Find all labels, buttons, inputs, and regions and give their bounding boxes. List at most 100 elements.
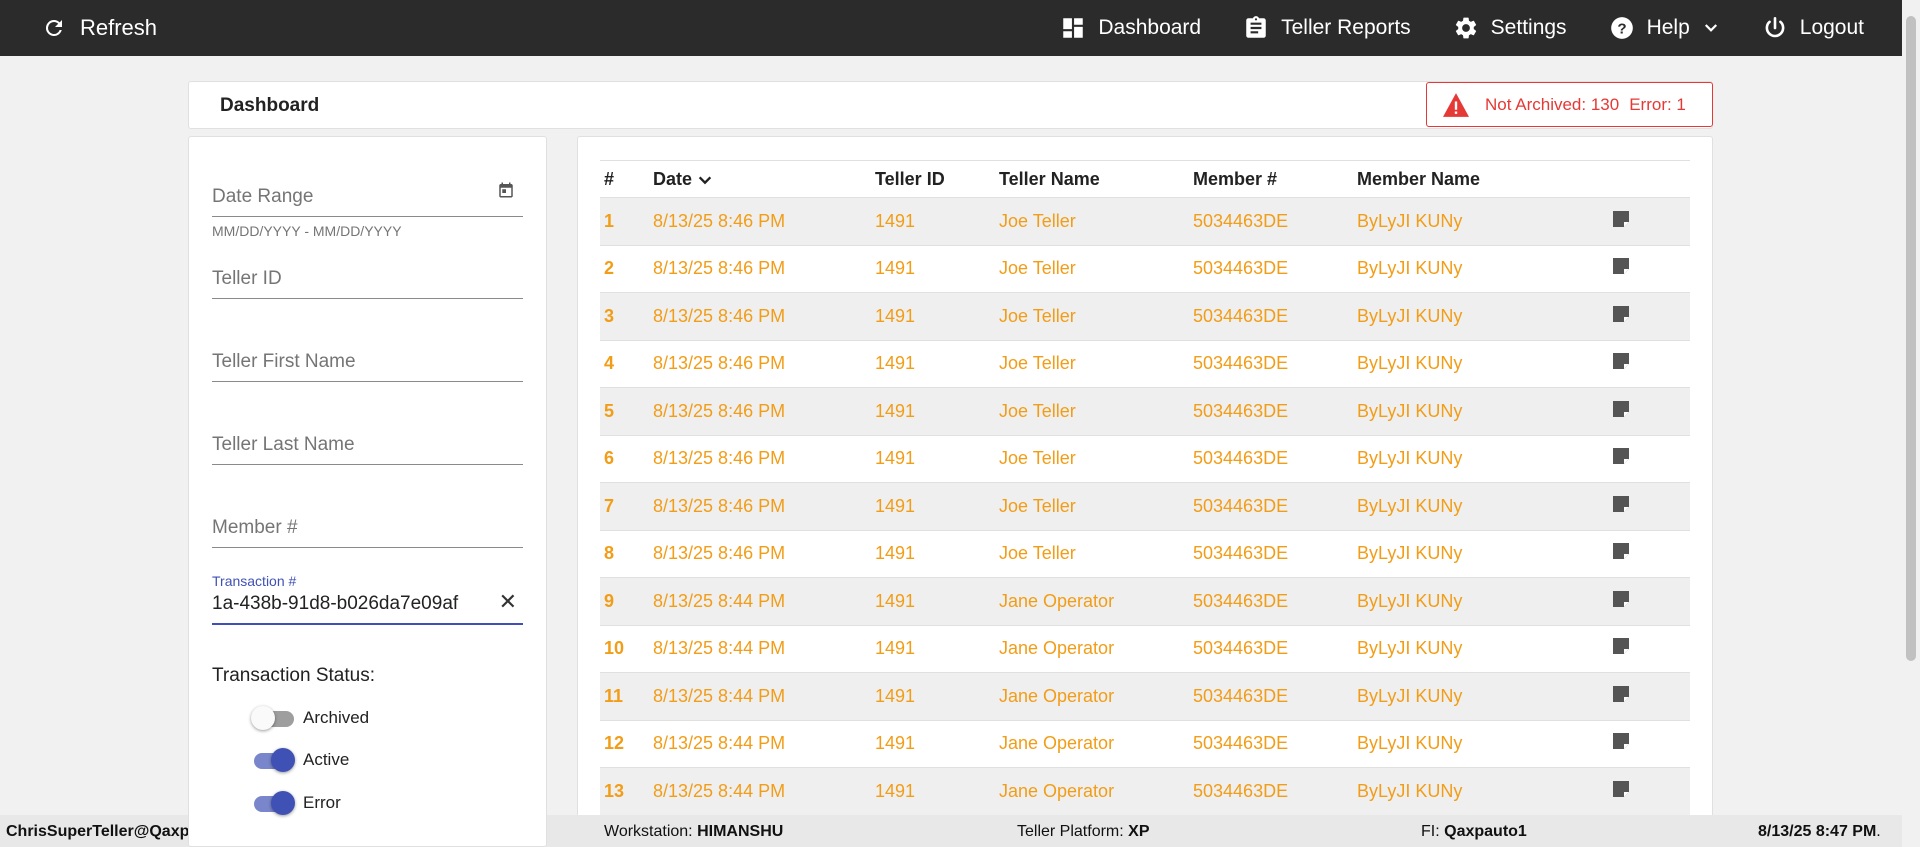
date-range-field[interactable]: Date Range (212, 177, 523, 217)
note-icon[interactable] (1611, 541, 1631, 566)
note-icon[interactable] (1611, 256, 1631, 281)
row-teller-id: 1491 (871, 435, 995, 483)
row-actions (1607, 767, 1690, 816)
refresh-label: Refresh (80, 15, 158, 40)
table-row[interactable]: 9 8/13/25 8:44 PM 1491 Jane Operator 5034463… (600, 577, 1690, 626)
refresh-button[interactable]: Refresh (42, 0, 157, 56)
footer-workstation-value: HIMANSHU (697, 823, 784, 840)
archive-status-alert[interactable]: Not Archived: 130 Error: 1 (1426, 82, 1713, 127)
clear-icon[interactable]: ✕ (499, 589, 517, 615)
row-member-name: ByLyJI KUNy (1353, 387, 1607, 436)
row-number: 9 (600, 577, 649, 626)
row-teller-id: 1491 (871, 625, 995, 673)
note-icon[interactable] (1611, 399, 1631, 424)
row-member-number: 5034463DE (1189, 720, 1353, 768)
archived-toggle[interactable] (251, 706, 294, 730)
row-member-name: ByLyJI KUNy (1353, 482, 1607, 531)
note-icon[interactable] (1611, 589, 1631, 614)
member-number-field[interactable]: Member # (212, 508, 523, 548)
row-actions (1607, 340, 1690, 388)
power-icon (1762, 15, 1788, 41)
row-date: 8/13/25 8:46 PM (649, 482, 871, 531)
nav-dashboard[interactable]: Dashboard (1060, 15, 1201, 41)
note-icon[interactable] (1611, 636, 1631, 661)
row-date: 8/13/25 8:46 PM (649, 245, 871, 293)
active-toggle[interactable] (251, 748, 295, 772)
note-icon[interactable] (1611, 351, 1631, 376)
teller-last-name-field[interactable]: Teller Last Name (212, 425, 523, 465)
nav-teller-reports[interactable]: Teller Reports (1243, 15, 1411, 41)
row-member-name: ByLyJI KUNy (1353, 720, 1607, 768)
sort-chevron-down-icon[interactable] (697, 172, 713, 188)
footer-fi: FI: Qaxpauto1 (1421, 823, 1527, 841)
row-member-name: ByLyJI KUNy (1353, 577, 1607, 626)
toggle-row-archived: Archived (251, 706, 370, 730)
row-teller-name: Jane Operator (995, 767, 1189, 816)
transaction-number-input[interactable]: 1a-438b-91d8-b026da7e09af (212, 593, 482, 615)
row-actions (1607, 245, 1690, 293)
row-actions (1607, 625, 1690, 673)
row-date: 8/13/25 8:46 PM (649, 340, 871, 388)
table-row[interactable]: 10 8/13/25 8:44 PM 1491 Jane Operator 503446… (600, 625, 1690, 673)
col-header-actions (1607, 160, 1690, 198)
nav-teller-reports-label: Teller Reports (1281, 16, 1411, 39)
table-row[interactable]: 11 8/13/25 8:44 PM 1491 Jane Operator 503446… (600, 672, 1690, 721)
teller-first-name-field[interactable]: Teller First Name (212, 342, 523, 382)
nav-help[interactable]: ? Help (1609, 15, 1720, 41)
gear-icon (1453, 15, 1479, 41)
table-row[interactable]: 2 8/13/25 8:46 PM 1491 Joe Teller 5034463DE B… (600, 245, 1690, 293)
teller-last-name-label: Teller Last Name (212, 434, 355, 455)
note-icon[interactable] (1611, 494, 1631, 519)
teller-id-field[interactable]: Teller ID (212, 259, 523, 299)
note-icon[interactable] (1611, 731, 1631, 756)
note-icon[interactable] (1611, 779, 1631, 804)
nav-settings[interactable]: Settings (1453, 15, 1567, 41)
page-scrollbar[interactable] (1902, 0, 1920, 847)
row-member-name: ByLyJI KUNy (1353, 672, 1607, 721)
row-teller-name: Joe Teller (995, 292, 1189, 341)
teller-id-label: Teller ID (212, 268, 282, 289)
archived-label: Archived (303, 708, 370, 727)
table-row[interactable]: 12 8/13/25 8:44 PM 1491 Jane Operator 503446… (600, 720, 1690, 768)
calendar-icon[interactable] (497, 181, 515, 204)
active-label: Active (303, 750, 350, 769)
top-nav: Dashboard Teller Reports Settings ? Help (1060, 0, 1864, 56)
note-icon[interactable] (1611, 209, 1631, 234)
row-teller-name: Joe Teller (995, 530, 1189, 578)
row-teller-id: 1491 (871, 340, 995, 388)
scrollbar-thumb[interactable] (1906, 16, 1916, 661)
table-row[interactable]: 6 8/13/25 8:46 PM 1491 Joe Teller 5034463DE B… (600, 435, 1690, 483)
nav-logout-label: Logout (1799, 16, 1864, 39)
table-row[interactable]: 8 8/13/25 8:46 PM 1491 Joe Teller 5034463DE B… (600, 530, 1690, 578)
table-row[interactable]: 1 8/13/25 8:46 PM 1491 Joe Teller 5034463DE B… (600, 197, 1690, 246)
row-teller-name: Joe Teller (995, 435, 1189, 483)
note-icon[interactable] (1611, 684, 1631, 709)
row-date: 8/13/25 8:44 PM (649, 625, 871, 673)
nav-logout[interactable]: Logout (1762, 15, 1864, 41)
not-archived-count: Not Archived: 130 (1485, 94, 1620, 114)
row-actions (1607, 577, 1690, 626)
error-toggle[interactable] (251, 791, 295, 815)
footer-workstation-label: Workstation: (604, 823, 693, 840)
transaction-number-field[interactable]: Transaction # 1a-438b-91d8-b026da7e09af … (212, 573, 523, 625)
table-row[interactable]: 4 8/13/25 8:46 PM 1491 Joe Teller 5034463DE B… (600, 340, 1690, 388)
table-row[interactable]: 3 8/13/25 8:46 PM 1491 Joe Teller 5034463DE B… (600, 292, 1690, 341)
row-actions (1607, 435, 1690, 483)
table-row[interactable]: 7 8/13/25 8:46 PM 1491 Joe Teller 5034463DE B… (600, 482, 1690, 531)
toggle-row-active: Active (251, 748, 350, 772)
row-member-name: ByLyJI KUNy (1353, 530, 1607, 578)
row-number: 2 (600, 245, 649, 293)
row-teller-name: Jane Operator (995, 625, 1189, 673)
col-header-date[interactable]: Date (649, 160, 871, 198)
table-row[interactable]: 5 8/13/25 8:46 PM 1491 Joe Teller 5034463DE B… (600, 387, 1690, 436)
row-member-number: 5034463DE (1189, 387, 1353, 436)
footer-platform: Teller Platform: XP (1017, 823, 1150, 841)
row-number: 11 (600, 672, 649, 721)
table-row[interactable]: 13 8/13/25 8:44 PM 1491 Jane Operator 503446… (600, 767, 1690, 816)
col-header-date-label: Date (653, 168, 693, 189)
dashboard-icon (1060, 15, 1086, 41)
note-icon[interactable] (1611, 304, 1631, 329)
footer-workstation: Workstation: HIMANSHU (604, 823, 783, 841)
footer-platform-value: XP (1128, 823, 1150, 840)
note-icon[interactable] (1611, 446, 1631, 471)
